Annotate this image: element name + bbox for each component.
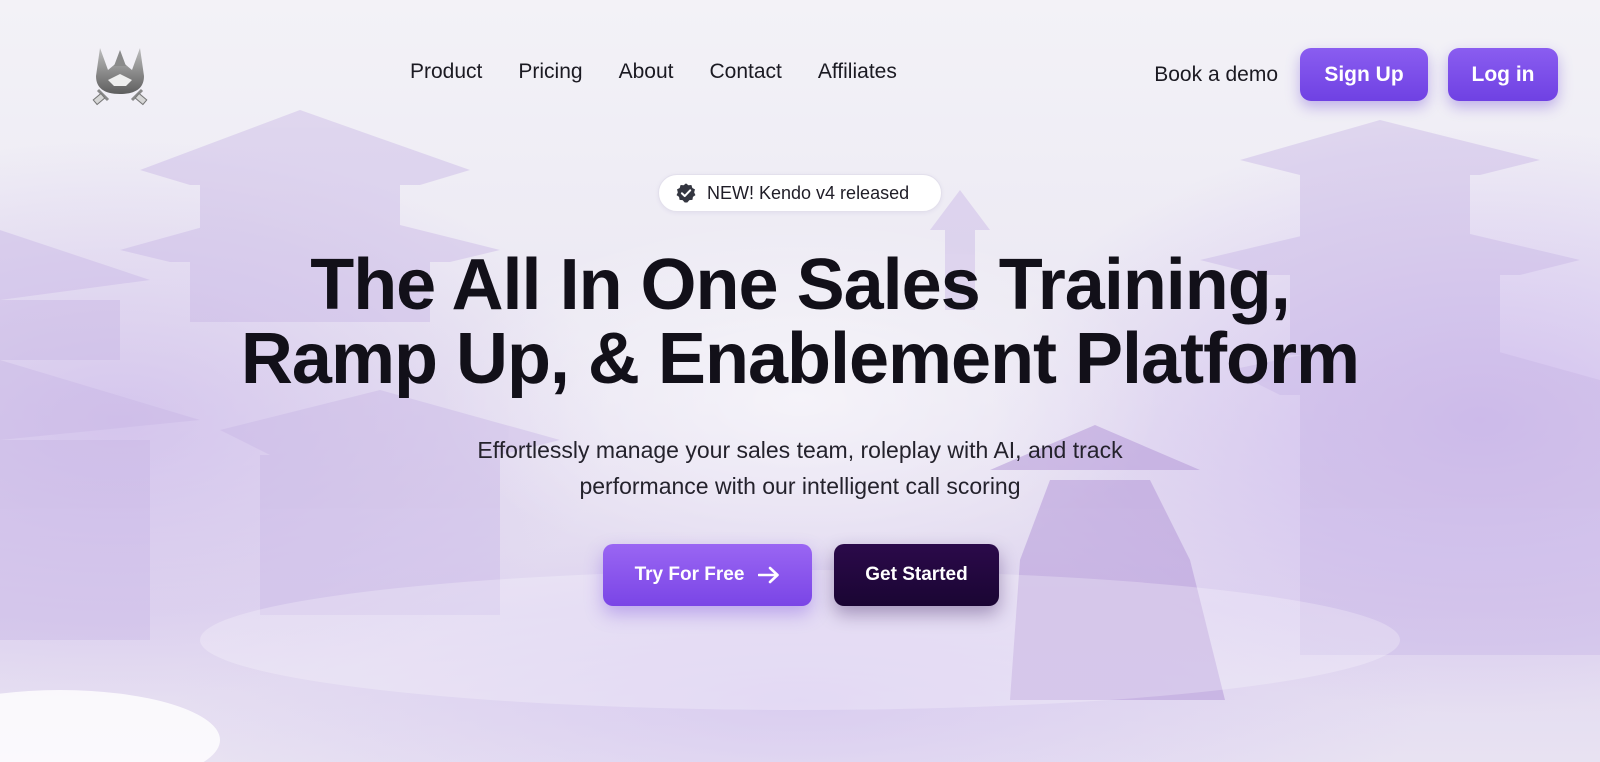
main-nav: Product Pricing About Contact Affiliates: [410, 60, 897, 84]
get-started-button[interactable]: Get Started: [834, 544, 999, 606]
hero-subtitle-line-1: Effortlessly manage your sales team, rol…: [477, 437, 1123, 463]
nav-link-affiliates[interactable]: Affiliates: [818, 60, 897, 84]
try-for-free-button[interactable]: Try For Free: [603, 544, 812, 606]
nav-link-pricing[interactable]: Pricing: [518, 60, 582, 84]
arrow-right-icon: [758, 566, 780, 584]
hero-subtitle-line-2: performance with our intelligent call sc…: [579, 473, 1021, 499]
logo[interactable]: [86, 40, 154, 108]
cta-row: Try For Free Get Started: [603, 544, 999, 606]
try-for-free-label: Try For Free: [634, 564, 745, 585]
nav-link-contact[interactable]: Contact: [709, 60, 781, 84]
hero-title-line-1: The All In One Sales Training,: [310, 245, 1291, 325]
hero-title-line-2: Ramp Up, & Enablement Platform: [240, 319, 1360, 399]
samurai-helmet-logo-icon: [92, 48, 148, 106]
nav-link-about[interactable]: About: [619, 60, 674, 84]
nav-link-product[interactable]: Product: [410, 60, 482, 84]
log-in-button[interactable]: Log in: [1448, 48, 1558, 101]
book-demo-link[interactable]: Book a demo: [1154, 63, 1278, 87]
announcement-badge[interactable]: NEW! Kendo v4 released: [658, 174, 942, 212]
hero-title: The All In One Sales Training, Ramp Up, …: [0, 248, 1600, 396]
badge-text: NEW! Kendo v4 released: [707, 182, 910, 203]
hero-subtitle: Effortlessly manage your sales team, rol…: [0, 432, 1600, 504]
nav-actions: Book a demo Sign Up Log in: [1154, 48, 1558, 101]
verified-check-icon: [676, 183, 696, 203]
sign-up-button[interactable]: Sign Up: [1300, 48, 1428, 101]
